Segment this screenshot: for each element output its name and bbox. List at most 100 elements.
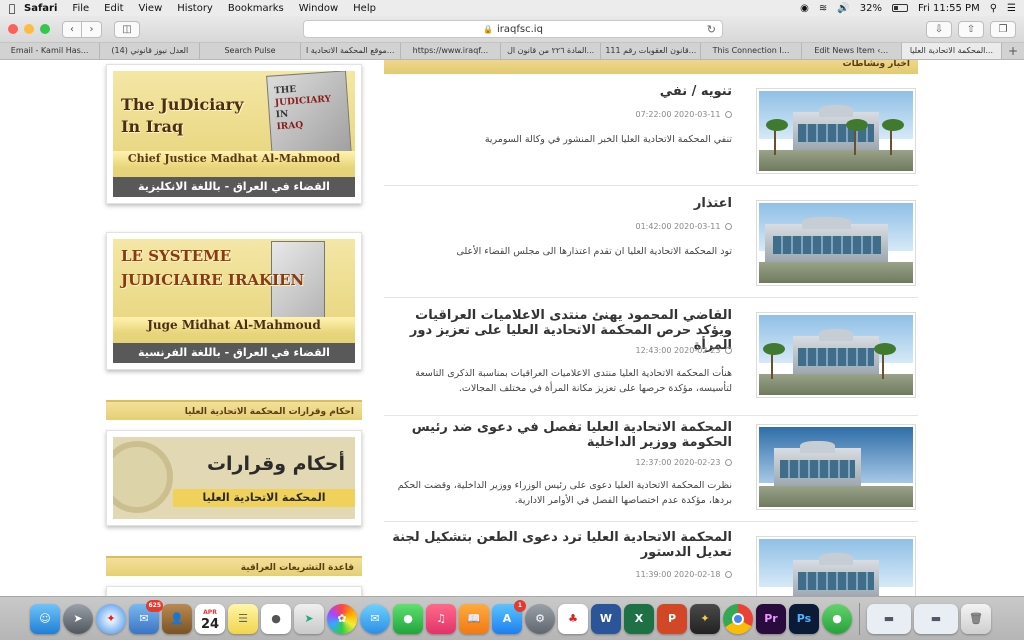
trash-icon[interactable]: 🗑	[961, 603, 991, 634]
news-thumbnail[interactable]	[756, 536, 916, 596]
clock-icon	[725, 111, 732, 118]
news-item[interactable]: تنويه / نفي 07:22:00 2020-03-11 تنفي الم…	[384, 74, 918, 186]
banner2-subtitle: Juge Midhat Al-Mahmoud	[113, 317, 355, 333]
menu-history[interactable]: History	[177, 3, 213, 14]
downloads-icon[interactable]: ⇩	[926, 21, 952, 38]
new-tab-icon[interactable]: +	[1002, 43, 1024, 59]
news-thumbnail[interactable]	[756, 200, 916, 286]
powerpoint-icon[interactable]: P	[657, 603, 687, 634]
photos-icon[interactable]: ✿	[327, 603, 357, 634]
menu-bookmarks[interactable]: Bookmarks	[228, 3, 284, 14]
chrome-icon[interactable]	[723, 603, 753, 634]
system-preferences-icon[interactable]: ⚙	[525, 603, 555, 634]
address-bar[interactable]: 🔒 iraqfsc.iq ↻	[303, 20, 723, 38]
book-line-2: JUDICIARY	[274, 94, 332, 109]
news-title[interactable]: المحكمة الاتحادية العليا تفصل في دعوى ضد…	[392, 420, 732, 450]
forward-button[interactable]: ›	[82, 20, 102, 38]
rulings-banner[interactable]: أحكام وقرارات المحكمة الاتحادية العليا	[106, 430, 362, 526]
news-date: 11:39:00 2020-02-18	[635, 570, 732, 579]
notes-icon[interactable]: ☰	[228, 603, 258, 634]
tab-overview-icon[interactable]: ❐	[990, 21, 1016, 38]
menu-clock[interactable]: Fri 11:55 PM	[918, 3, 980, 14]
legislation-banner[interactable]	[106, 586, 362, 596]
news-item[interactable]: المحكمة الاتحادية العليا تفصل في دعوى ضد…	[384, 416, 918, 522]
search-icon[interactable]: ⚲	[990, 3, 997, 14]
tab-penal-code[interactable]: قانون العقوبات رقم 111...	[601, 43, 702, 59]
judiciary-in-iraq-banner[interactable]: THE JUDICIARY IN IRAQ The JuDiciary In I…	[106, 64, 362, 204]
volume-icon[interactable]: 🔊	[837, 3, 849, 14]
mail-icon[interactable]: ✉ 625	[129, 599, 163, 634]
music-icon[interactable]: ♫	[426, 603, 456, 634]
tab-edit-news[interactable]: Edit News Item ‹...	[802, 43, 902, 59]
menu-view[interactable]: View	[139, 3, 163, 14]
menu-help[interactable]: Help	[353, 3, 376, 14]
news-title[interactable]: اعتذار	[392, 196, 732, 211]
news-section-heading: اخبار ونشاطات	[384, 60, 918, 74]
sidebar-toggle-icon[interactable]: ◫	[114, 20, 140, 38]
news-item[interactable]: اعتذار 01:42:00 2020-03-11 تود المحكمة ا…	[384, 186, 918, 298]
finder-icon[interactable]: ☺	[30, 603, 60, 634]
menu-window[interactable]: Window	[299, 3, 338, 14]
news-title[interactable]: تنويه / نفي	[392, 84, 732, 99]
android-file-transfer-icon[interactable]: ●	[822, 603, 852, 634]
news-thumbnail[interactable]	[756, 424, 916, 510]
reminders-icon[interactable]: ●	[261, 603, 291, 634]
banner2-title-line2: JUDICIAIRE IRAKIEN	[121, 271, 305, 289]
battery-icon[interactable]	[891, 4, 908, 12]
maps-icon[interactable]: ➤	[294, 603, 324, 634]
menu-bar:  Safari File Edit View History Bookmark…	[0, 0, 1024, 16]
app-store-icon[interactable]: A1	[492, 599, 526, 634]
zoom-window-button[interactable]	[40, 24, 50, 34]
window-controls	[8, 24, 50, 34]
tab-aladl-news[interactable]: (14) العدل نيوز قانوني	[100, 43, 201, 59]
battery-percent[interactable]: 32%	[860, 3, 882, 14]
news-title[interactable]: المحكمة الاتحادية العليا ترد دعوى الطعن …	[392, 530, 732, 560]
photoshop-icon[interactable]: Ps	[789, 603, 819, 634]
creative-cloud-icon[interactable]: ◉	[800, 3, 809, 14]
apple-icon[interactable]: 	[0, 2, 24, 15]
menu-file[interactable]: File	[72, 3, 89, 14]
book-line-1: THE	[273, 84, 297, 97]
news-thumbnail[interactable]	[756, 312, 916, 398]
news-thumbnail[interactable]	[756, 88, 916, 174]
news-item[interactable]: المحكمة الاتحادية العليا ترد دعوى الطعن …	[384, 522, 918, 596]
contacts-icon[interactable]: 👤	[162, 603, 192, 634]
tab-article-226[interactable]: المادة ٢٢٦ من قانون ال...	[501, 43, 602, 59]
acrobat-icon[interactable]: ♣	[558, 603, 588, 634]
books-icon[interactable]: 📖	[459, 603, 489, 634]
news-item[interactable]: القاضي المحمود يهنئ منتدى الاعلاميات الع…	[384, 298, 918, 416]
tab-court-site[interactable]: موقع المحكمة الاتحادية ا...	[301, 43, 401, 59]
tab-iraqf-url[interactable]: https://www.iraqf...	[401, 43, 502, 59]
excel-icon[interactable]: X	[624, 603, 654, 634]
control-menu-icon[interactable]: ☰	[1007, 3, 1016, 14]
messages-icon[interactable]: ✉	[360, 603, 390, 634]
dock-window-thumbnail-2[interactable]: ▬	[914, 603, 958, 634]
launchpad-icon[interactable]: ➤	[63, 603, 93, 634]
menu-edit[interactable]: Edit	[104, 3, 123, 14]
back-button[interactable]: ‹	[62, 20, 82, 38]
banner2-arabic: القضاء في العراق - باللغة الفرنسية	[113, 343, 355, 363]
tab-email[interactable]: Email - Kamil Has...	[0, 43, 101, 59]
systeme-judiciaire-banner[interactable]: LE SYSTEME JUDICIAIRE IRAKIEN Juge Midha…	[106, 232, 362, 370]
reload-icon[interactable]: ↻	[707, 23, 716, 36]
menu-app-name[interactable]: Safari	[24, 3, 57, 14]
star-app-icon[interactable]: ✦	[690, 603, 720, 634]
calendar-icon[interactable]: APR 24	[195, 603, 225, 634]
minimize-window-button[interactable]	[24, 24, 34, 34]
share-icon[interactable]: ⇧	[958, 21, 984, 38]
news-date: 07:22:00 2020-03-11	[635, 110, 732, 119]
tab-search-pulse[interactable]: Search Pulse	[200, 43, 301, 59]
premiere-icon[interactable]: Pr	[756, 603, 786, 634]
news-summary: نظرت المحكمة الاتحادية العليا دعوى على ر…	[397, 480, 732, 506]
safari-icon[interactable]: ✦	[96, 603, 126, 634]
facetime-icon[interactable]: ●	[393, 603, 423, 634]
tab-bar: Email - Kamil Has... (14) العدل نيوز قان…	[0, 43, 1024, 60]
dock-window-thumbnail-1[interactable]: ▬	[867, 603, 911, 634]
tab-federal-court-active[interactable]: المحكمة الاتحادية العليا...	[901, 43, 1003, 59]
close-window-button[interactable]	[8, 24, 18, 34]
word-icon[interactable]: W	[591, 603, 621, 634]
tab-connection[interactable]: This Connection I...	[701, 43, 802, 59]
wifi-icon[interactable]: ≋	[819, 3, 827, 14]
banner-image: LE SYSTEME JUDICIAIRE IRAKIEN Juge Midha…	[113, 239, 355, 363]
clock-icon	[725, 223, 732, 230]
